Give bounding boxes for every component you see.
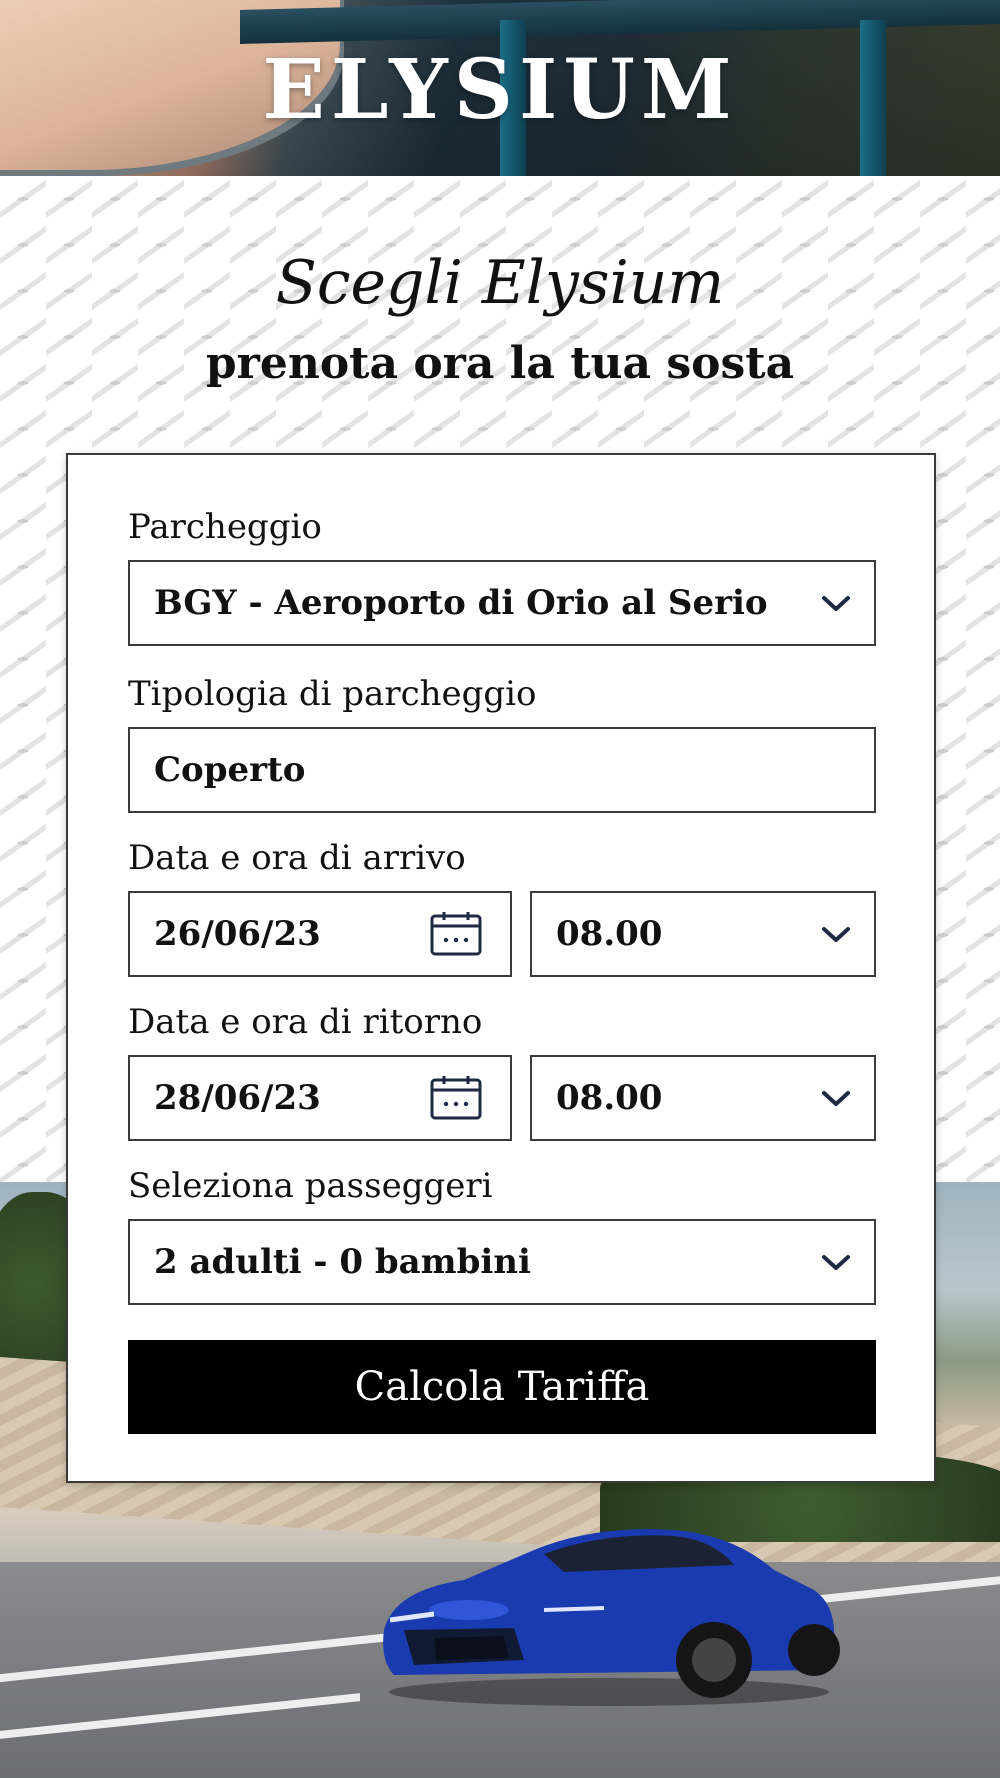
passengers-label: Seleziona passeggeri xyxy=(128,1166,493,1206)
booking-form-card: Parcheggio BGY - Aeroporto di Orio al Se… xyxy=(66,453,936,1483)
return-time-select[interactable]: 08.00 xyxy=(530,1055,876,1141)
chevron-down-icon xyxy=(822,927,850,942)
arrival-time-value: 08.00 xyxy=(556,914,663,954)
calendar-icon[interactable] xyxy=(428,910,484,958)
calendar-icon[interactable] xyxy=(428,1074,484,1122)
parking-select-value: BGY - Aeroporto di Orio al Serio xyxy=(154,583,768,623)
hero-banner: ELYSIUM xyxy=(0,0,1000,176)
return-label: Data e ora di ritorno xyxy=(128,1002,483,1042)
arrival-label: Data e ora di arrivo xyxy=(128,838,466,878)
arrival-time-select[interactable]: 08.00 xyxy=(530,891,876,977)
passengers-value: 2 adulti - 0 bambini xyxy=(154,1242,531,1282)
parking-type-label: Tipologia di parcheggio xyxy=(128,674,537,714)
parking-type-field[interactable]: Coperto xyxy=(128,727,876,813)
brand-logo[interactable]: ELYSIUM xyxy=(0,42,1000,138)
chevron-down-icon xyxy=(822,1091,850,1106)
parking-type-value: Coperto xyxy=(154,750,306,790)
arrival-date-input[interactable]: 26/06/23 xyxy=(128,891,512,977)
parking-select[interactable]: BGY - Aeroporto di Orio al Serio xyxy=(128,560,876,646)
page-subtitle: prenota ora la tua sosta xyxy=(205,338,795,389)
hero-photo-girder xyxy=(240,0,1000,44)
passengers-select[interactable]: 2 adulti - 0 bambini xyxy=(128,1219,876,1305)
return-date-input[interactable]: 28/06/23 xyxy=(128,1055,512,1141)
return-date-value: 28/06/23 xyxy=(154,1078,321,1118)
arrival-date-value: 26/06/23 xyxy=(154,914,321,954)
car-image xyxy=(383,1529,840,1706)
script-title: Scegli Elysium xyxy=(275,248,725,318)
chevron-down-icon xyxy=(822,596,850,611)
return-time-value: 08.00 xyxy=(556,1078,663,1118)
parking-label: Parcheggio xyxy=(128,507,322,547)
calculate-rate-button[interactable]: Calcola Tariffa xyxy=(128,1340,876,1434)
chevron-down-icon xyxy=(822,1255,850,1270)
